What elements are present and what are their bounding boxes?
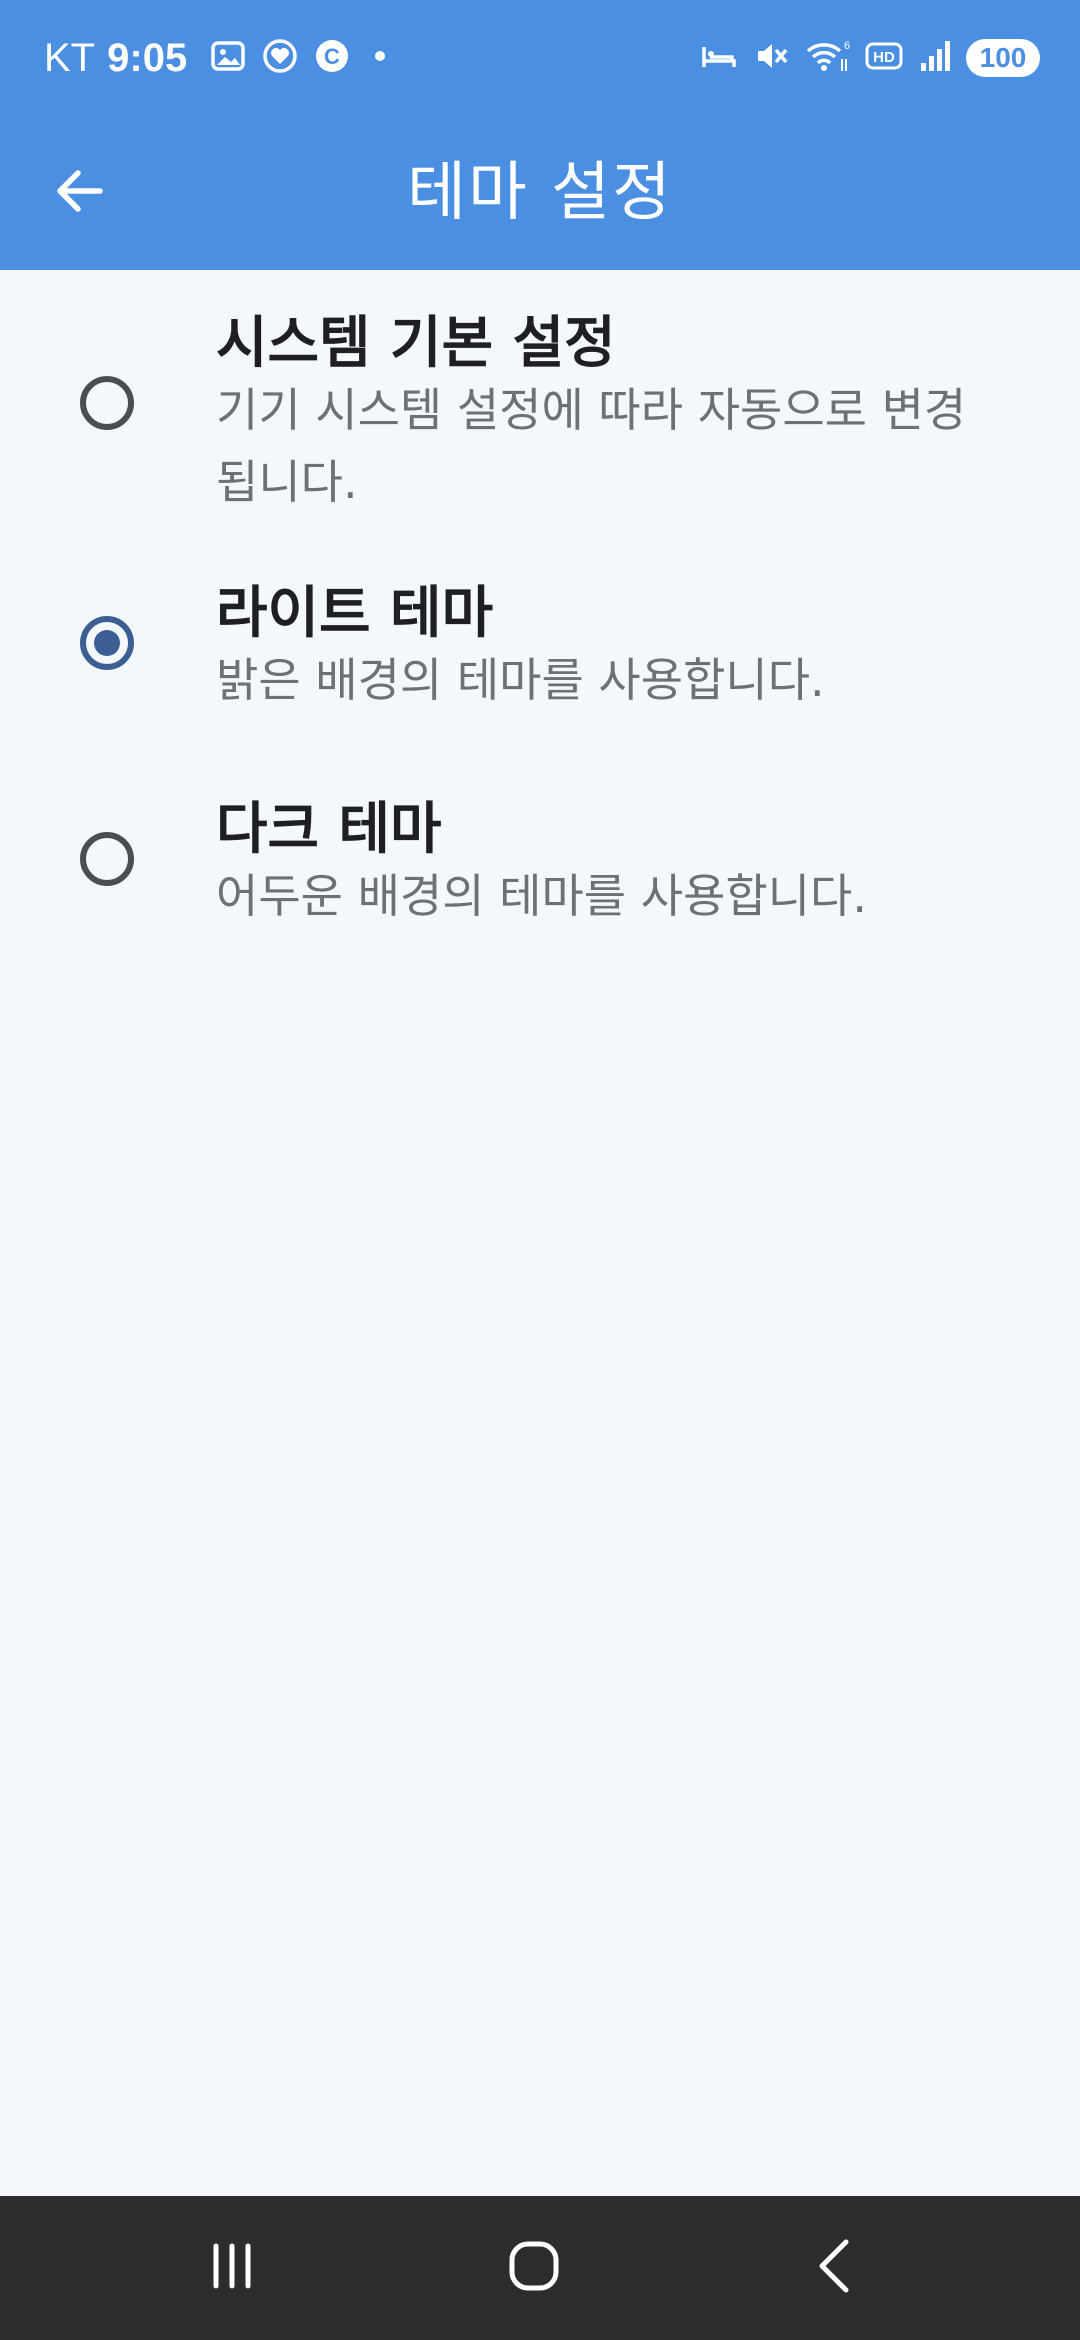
status-bar: KT 9:05 C 6 HD 100 [0,0,1080,116]
battery-icon: 100 [966,39,1040,77]
option-description: 기기 시스템 설정에 따라 자동으로 변경 됩니다. [216,383,967,509]
radio-dark-theme[interactable] [80,832,134,886]
svg-text:C: C [324,44,340,69]
c-app-icon: C [313,37,351,79]
option-light-theme[interactable]: 라이트 테마 밝은 배경의 테마를 사용합니다. [0,560,1080,720]
wifi-6-icon: 6 [804,37,850,79]
dot-icon [365,37,395,79]
recent-apps-button[interactable] [172,2218,292,2318]
app-bar: 테마 설정 [0,116,1080,270]
gallery-notification-icon [209,37,247,79]
sleep-mode-icon [700,37,738,79]
option-title: 라이트 테마 [216,581,494,646]
home-button[interactable] [474,2218,594,2318]
radio-light-theme[interactable] [80,616,134,670]
signal-icon [918,37,952,79]
heart-notification-icon [261,37,299,79]
option-system-default[interactable]: 시스템 기본 설정 기기 시스템 설정에 따라 자동으로 변경 됩니다. [0,290,1080,520]
recent-apps-icon [202,2236,262,2300]
option-dark-theme[interactable]: 다크 테마 어두운 배경의 테마를 사용합니다. [0,776,1080,936]
home-icon [504,2236,564,2300]
option-title: 다크 테마 [216,797,442,862]
hd-voice-icon: HD [864,37,904,79]
back-icon [806,2236,866,2300]
radio-system-default[interactable] [80,376,134,430]
svg-text:6: 6 [844,40,850,52]
option-description: 밝은 배경의 테마를 사용합니다. [216,653,825,707]
svg-text:HD: HD [873,49,895,66]
option-title: 시스템 기본 설정 [216,311,616,376]
clock: 9:05 [107,35,188,80]
battery-level: 100 [979,42,1027,73]
status-right: 6 HD 100 [700,30,1040,86]
mute-icon [752,37,790,79]
nav-back-button[interactable] [776,2218,896,2318]
navigation-bar [0,2196,1080,2340]
status-left: KT 9:05 C [44,30,409,86]
carrier-label: KT [44,35,96,80]
page-title: 테마 설정 [407,156,673,230]
option-description: 어두운 배경의 테마를 사용합니다. [216,869,867,923]
